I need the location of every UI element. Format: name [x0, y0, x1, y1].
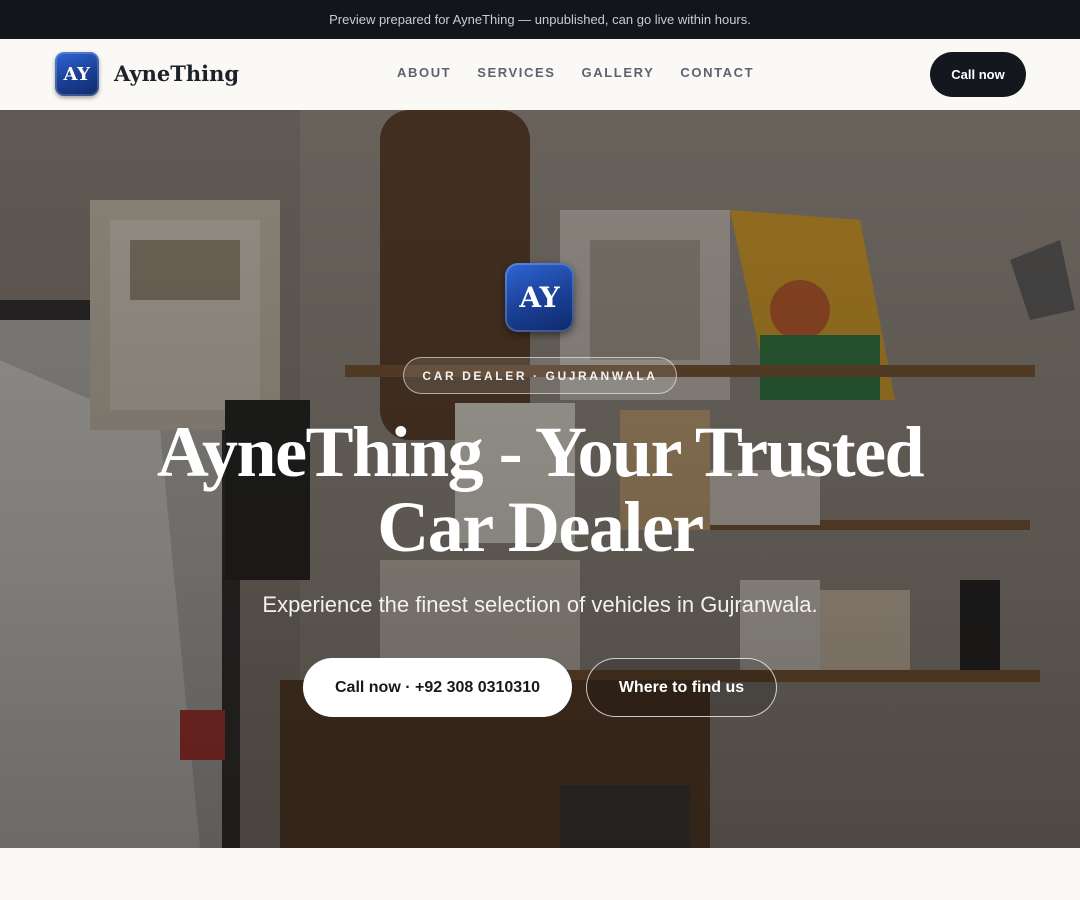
- hero-headline: AyneThing - Your Trusted Car Dealer: [140, 415, 940, 565]
- call-phone-button[interactable]: Call now · +92 308 0310310: [303, 658, 572, 717]
- logo-icon[interactable]: AY: [55, 52, 99, 96]
- announcement-bar: Preview prepared for AyneThing — unpubli…: [0, 0, 1080, 39]
- category-badge: CAR DEALER · GUJRANWALA: [403, 357, 677, 394]
- hero-logo-initials: AY: [519, 281, 560, 314]
- announcement-text: Preview prepared for AyneThing — unpubli…: [329, 12, 751, 27]
- brand-name[interactable]: AyneThing: [114, 61, 239, 86]
- nav-about[interactable]: ABOUT: [397, 65, 451, 80]
- nav-gallery[interactable]: GALLERY: [582, 65, 655, 80]
- call-now-button[interactable]: Call now: [930, 52, 1026, 97]
- logo-initials: AY: [63, 63, 91, 85]
- hero-section: AY CAR DEALER · GUJRANWALA AyneThing - Y…: [0, 110, 1080, 848]
- hero-headline-line1: AyneThing - Your Trusted: [156, 412, 925, 492]
- hero-headline-line2: Car Dealer: [377, 487, 704, 567]
- main-nav: ABOUT SERVICES GALLERY CONTACT: [397, 65, 780, 80]
- nav-contact[interactable]: CONTACT: [680, 65, 754, 80]
- hero-subheadline: Experience the finest selection of vehic…: [262, 592, 818, 617]
- hero-logo-icon: AY: [505, 263, 574, 332]
- nav-services[interactable]: SERVICES: [477, 65, 555, 80]
- site-header: AY AyneThing ABOUT SERVICES GALLERY CONT…: [0, 39, 1080, 110]
- find-us-button[interactable]: Where to find us: [586, 658, 777, 717]
